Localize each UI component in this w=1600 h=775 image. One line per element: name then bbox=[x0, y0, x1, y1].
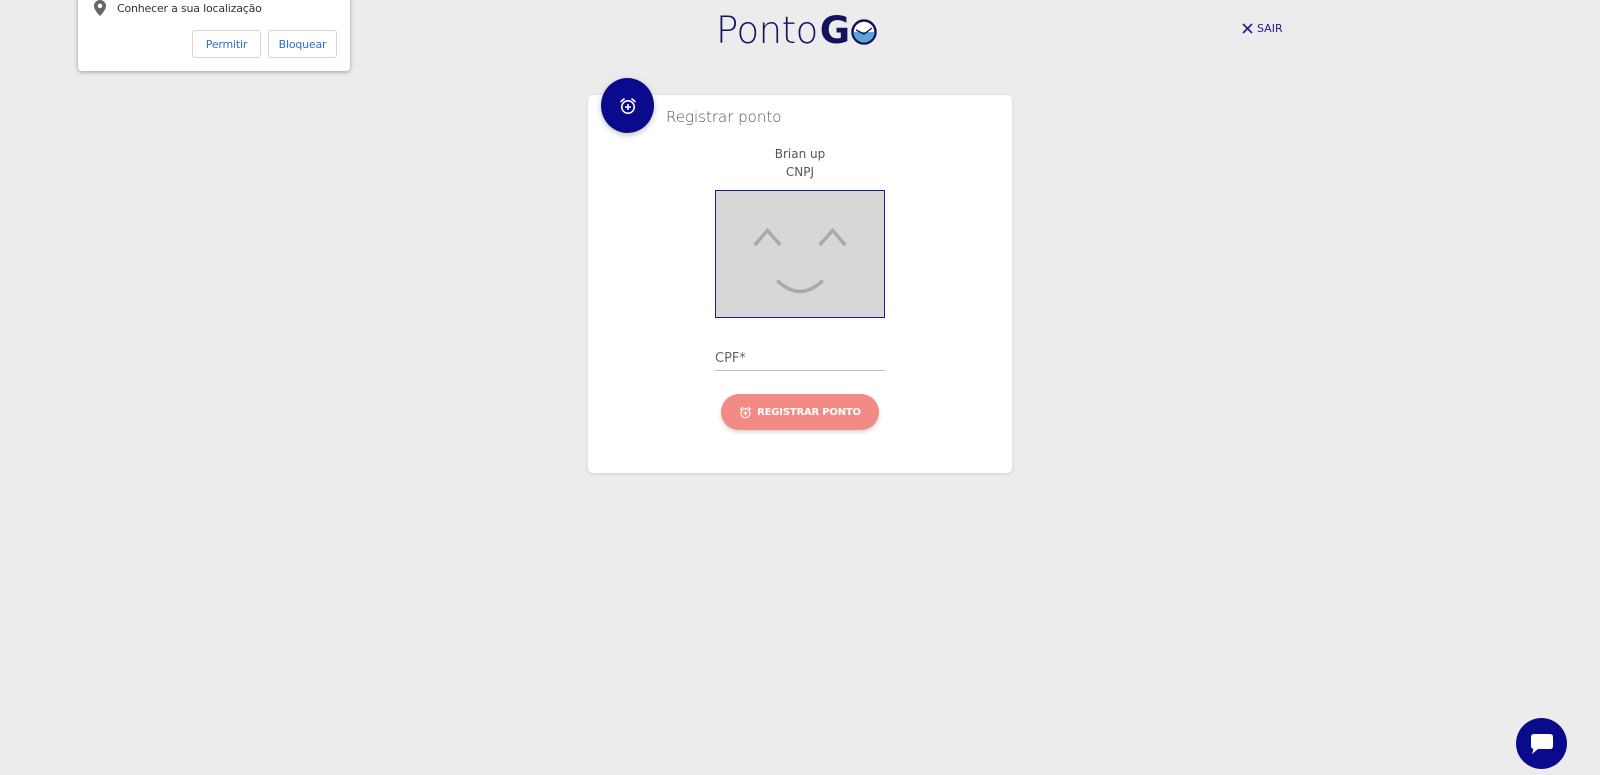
card-title: Registrar ponto bbox=[666, 108, 782, 126]
pontogo-logo: Ponto G bbox=[716, 8, 877, 52]
clock-globe-icon bbox=[851, 19, 877, 45]
allow-button[interactable]: Permitir bbox=[192, 30, 261, 58]
camera-preview bbox=[715, 190, 885, 318]
logout-button[interactable]: SAIR bbox=[1242, 22, 1283, 35]
close-icon bbox=[1242, 23, 1253, 34]
register-label: REGISTRAR PONTO bbox=[757, 406, 861, 418]
logout-label: SAIR bbox=[1257, 22, 1283, 35]
location-pin-icon bbox=[94, 0, 106, 16]
cpf-input[interactable] bbox=[715, 346, 885, 370]
cpf-field[interactable] bbox=[715, 346, 885, 371]
alarm-add-icon bbox=[619, 97, 636, 114]
permission-text: Conhecer a sua localização bbox=[117, 1, 262, 15]
card-badge bbox=[601, 78, 654, 133]
location-permission-popup: Conhecer a sua localização Permitir Bloq… bbox=[78, 0, 350, 71]
company-cnpj-label: CNPJ bbox=[785, 165, 815, 179]
alarm-add-icon bbox=[740, 406, 752, 418]
register-button[interactable]: REGISTRAR PONTO bbox=[721, 394, 879, 430]
smiley-face-icon bbox=[753, 227, 847, 294]
permission-row: Conhecer a sua localização bbox=[94, 0, 262, 16]
logo-g: G bbox=[819, 8, 851, 52]
logo-text: Ponto bbox=[716, 8, 818, 52]
block-button[interactable]: Bloquear bbox=[268, 30, 337, 58]
company-name: Brian up bbox=[774, 147, 826, 161]
chat-button[interactable] bbox=[1516, 718, 1567, 769]
chat-bubble-icon bbox=[1530, 733, 1553, 754]
